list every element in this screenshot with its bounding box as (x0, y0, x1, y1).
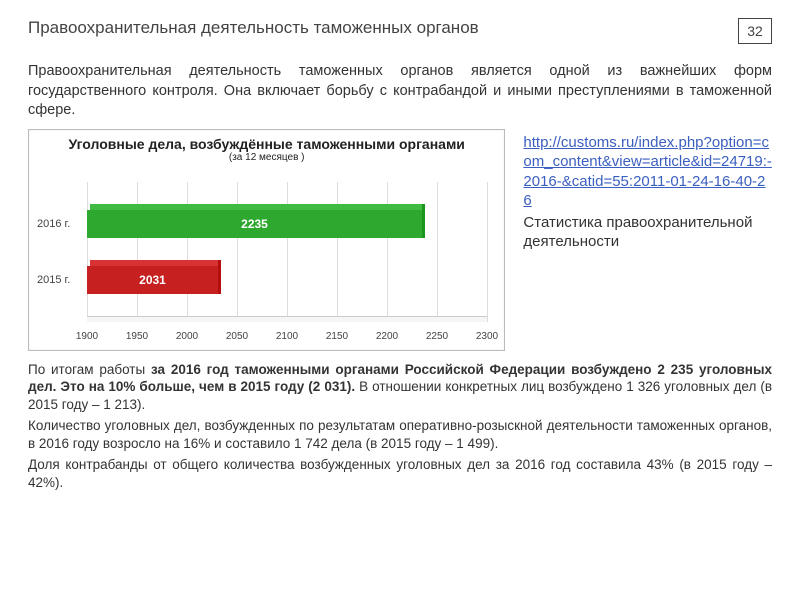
paragraph-1: По итогам работы за 2016 год таможенными… (28, 361, 772, 414)
bar-value-label: 2235 (241, 217, 268, 231)
chart-container: Уголовные дела, возбуждённые таможенными… (28, 129, 505, 351)
x-axis-tick: 2250 (426, 331, 448, 342)
page-title: Правоохранительная деятельность таможенн… (28, 18, 479, 38)
paragraph-2: Количество уголовных дел, возбужденных п… (28, 417, 772, 452)
x-axis-tick: 2100 (276, 331, 298, 342)
grid-line (387, 182, 388, 322)
y-axis-label: 2016 г. (37, 218, 70, 230)
x-axis-tick: 2150 (326, 331, 348, 342)
grid-line (237, 182, 238, 322)
chart-plot-area: 2235 2031 (87, 182, 487, 322)
x-axis-tick: 2200 (376, 331, 398, 342)
x-axis-tick: 2000 (176, 331, 198, 342)
grid-line (187, 182, 188, 322)
y-axis-label: 2015 г. (37, 274, 70, 286)
intro-paragraph: Правоохранительная деятельность таможенн… (28, 62, 772, 121)
grid-line (287, 182, 288, 322)
x-axis-tick: 2300 (476, 331, 498, 342)
stat-caption: Статистика правоохранительной деятельнос… (523, 213, 772, 252)
chart-bar: 2031 (87, 266, 218, 294)
page-number-box: 32 (738, 18, 772, 44)
grid-line (137, 182, 138, 322)
bar-value-label: 2031 (139, 273, 166, 287)
grid-line (487, 182, 488, 322)
source-link[interactable]: http://customs.ru/index.php?option=com_c… (523, 134, 771, 210)
x-axis-tick: 1950 (126, 331, 148, 342)
paragraph-3: Доля контрабанды от общего количества во… (28, 456, 772, 491)
grid-line (337, 182, 338, 322)
side-info: http://customs.ru/index.php?option=com_c… (523, 129, 772, 252)
x-axis-tick: 2050 (226, 331, 248, 342)
grid-line (87, 182, 88, 322)
grid-line (437, 182, 438, 322)
chart-title: Уголовные дела, возбуждённые таможенными… (37, 136, 496, 152)
x-axis-tick: 1900 (76, 331, 98, 342)
chart-bar: 2235 (87, 210, 422, 238)
chart-subtitle: (за 12 месяцев ) (37, 152, 496, 163)
body-text: По итогам работы за 2016 год таможенными… (28, 361, 772, 492)
